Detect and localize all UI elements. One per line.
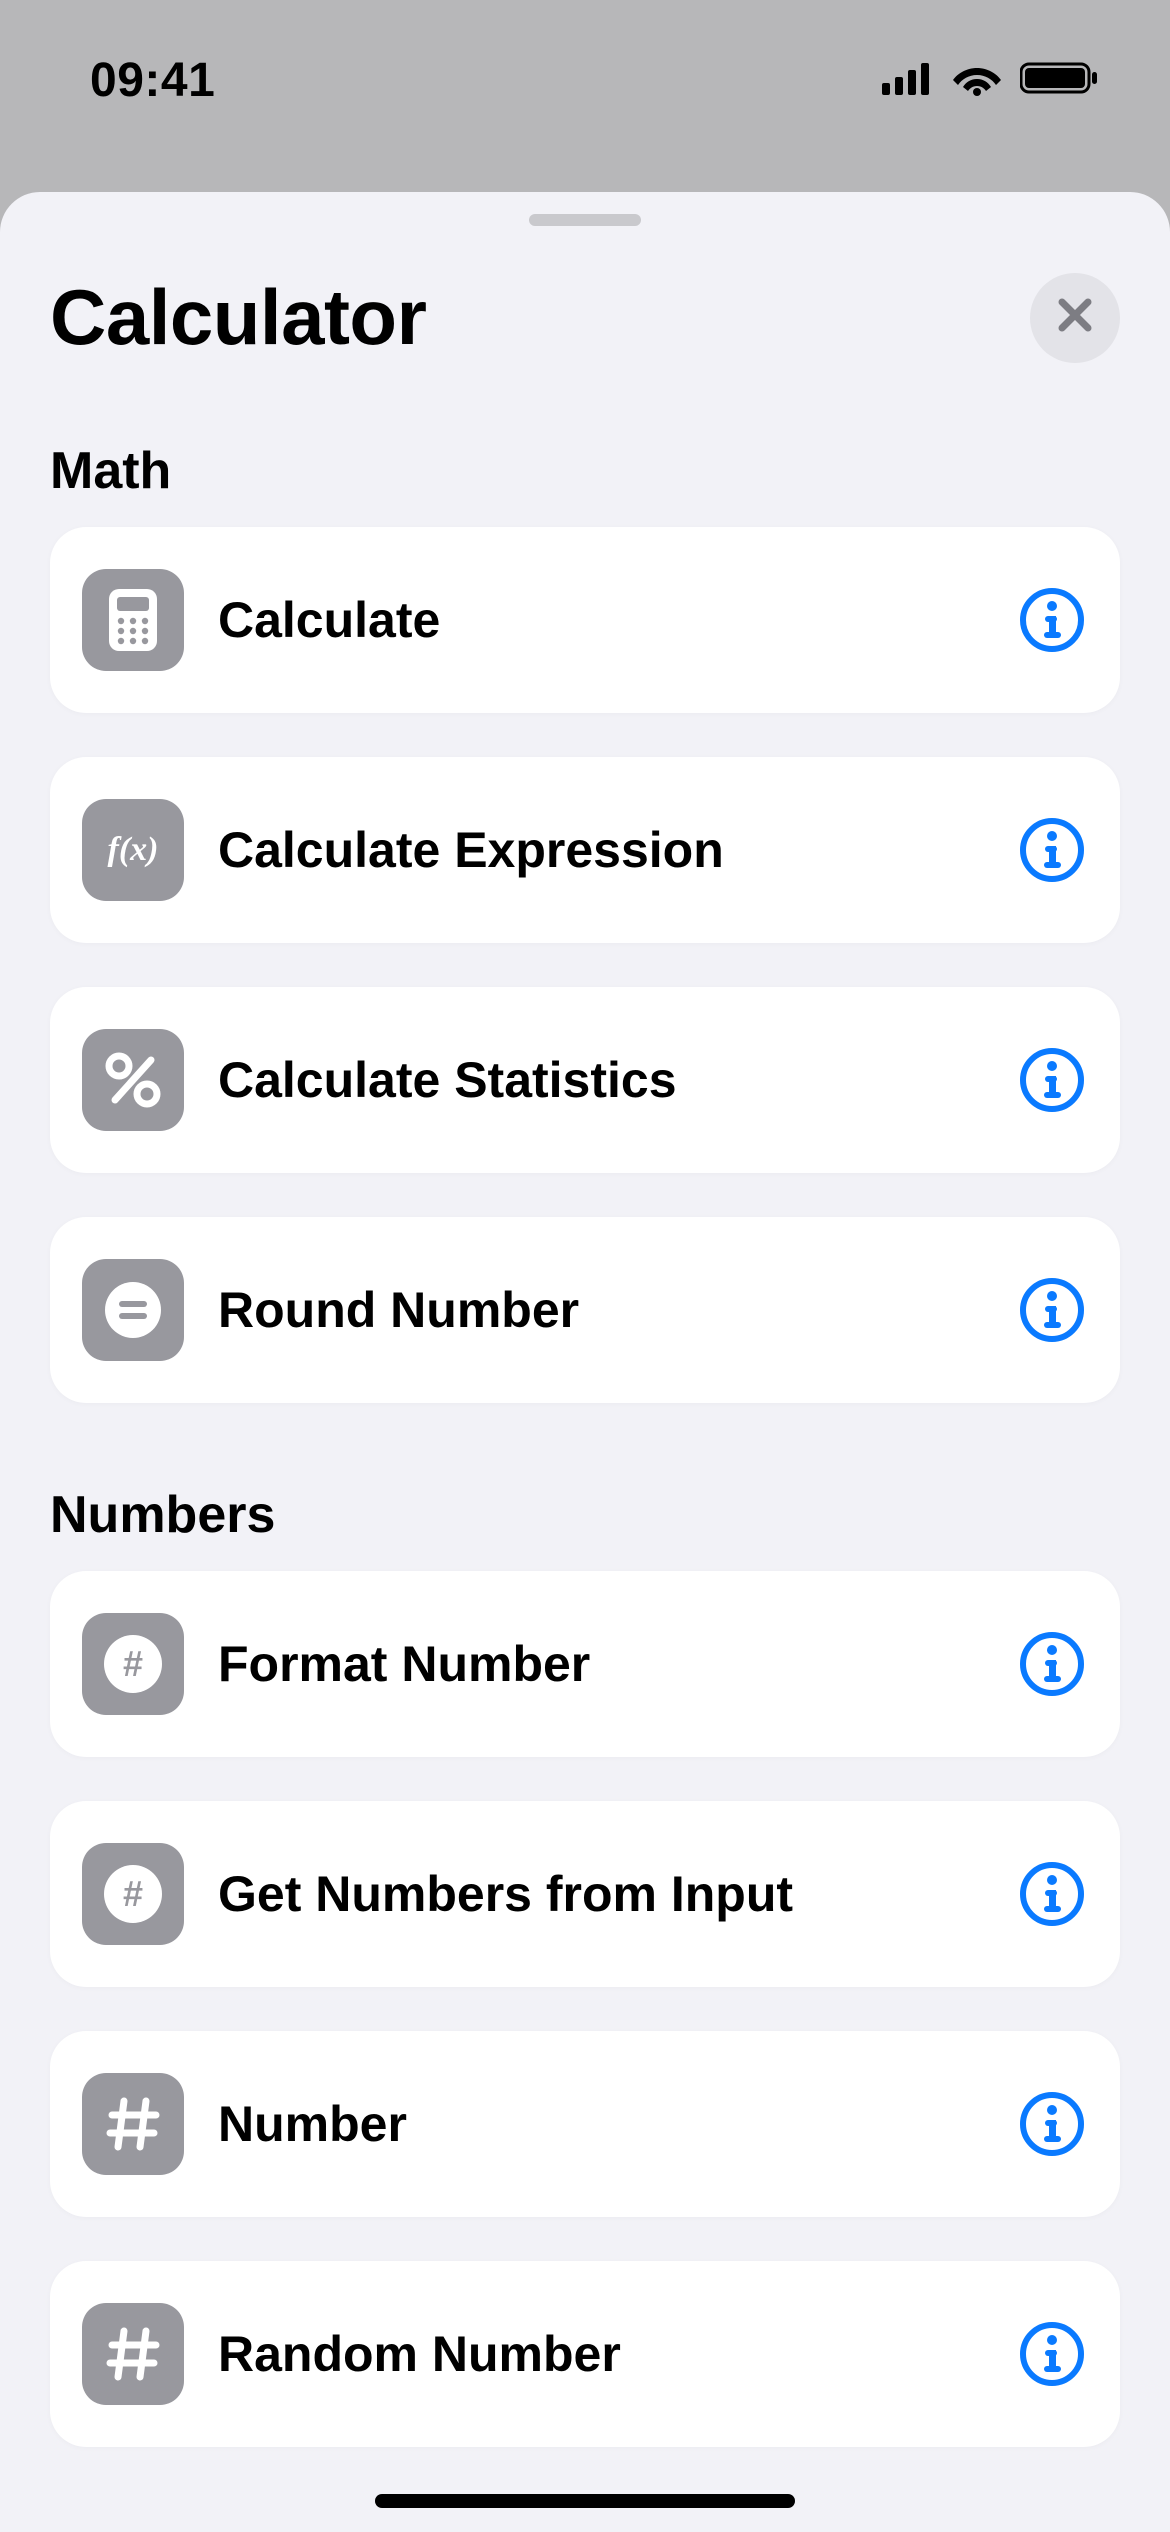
info-button[interactable] xyxy=(1020,1862,1084,1926)
cellular-icon xyxy=(882,61,934,100)
sheet-content: Math Calculate f(x) xyxy=(0,363,1170,2447)
action-label: Format Number xyxy=(218,1635,1020,1693)
action-label: Get Numbers from Input xyxy=(218,1865,1020,1923)
info-button[interactable] xyxy=(1020,818,1084,882)
battery-icon xyxy=(1020,60,1100,101)
action-calculate-statistics[interactable]: Calculate Statistics xyxy=(50,987,1120,1173)
status-icons xyxy=(882,50,1100,101)
equals-icon xyxy=(82,1259,184,1361)
action-label: Round Number xyxy=(218,1281,1020,1339)
action-calculate-expression[interactable]: f(x) Calculate Expression xyxy=(50,757,1120,943)
section-header-numbers: Numbers xyxy=(50,1447,1120,1571)
action-round-number[interactable]: Round Number xyxy=(50,1217,1120,1403)
home-indicator[interactable] xyxy=(375,2494,795,2508)
hash-icon xyxy=(82,2303,184,2405)
sheet: Calculator Math Calculate xyxy=(0,192,1170,2532)
action-random-number[interactable]: Random Number xyxy=(50,2261,1120,2447)
function-icon: f(x) xyxy=(82,799,184,901)
calculator-icon xyxy=(82,569,184,671)
info-icon xyxy=(1041,1060,1063,1100)
percent-icon xyxy=(82,1029,184,1131)
info-icon xyxy=(1041,2334,1063,2374)
page-title: Calculator xyxy=(50,272,426,363)
action-number[interactable]: Number xyxy=(50,2031,1120,2217)
wifi-icon xyxy=(952,60,1002,101)
sheet-grabber[interactable] xyxy=(529,214,641,226)
action-label: Calculate Expression xyxy=(218,821,1020,879)
close-icon xyxy=(1056,296,1094,339)
action-calculate[interactable]: Calculate xyxy=(50,527,1120,713)
status-bar: 09:41 xyxy=(0,0,1170,150)
info-icon xyxy=(1041,830,1063,870)
hash-icon xyxy=(82,2073,184,2175)
info-button[interactable] xyxy=(1020,1048,1084,1112)
info-icon xyxy=(1041,2104,1063,2144)
info-button[interactable] xyxy=(1020,1632,1084,1696)
status-time: 09:41 xyxy=(90,43,215,108)
action-label: Random Number xyxy=(218,2325,1020,2383)
info-button[interactable] xyxy=(1020,2322,1084,2386)
close-button[interactable] xyxy=(1030,273,1120,363)
info-icon xyxy=(1041,1644,1063,1684)
hash-circle-icon: # xyxy=(82,1843,184,1945)
section-header-math: Math xyxy=(50,403,1120,527)
info-icon xyxy=(1041,1874,1063,1914)
action-format-number[interactable]: # Format Number xyxy=(50,1571,1120,1757)
action-label: Calculate Statistics xyxy=(218,1051,1020,1109)
info-icon xyxy=(1041,1290,1063,1330)
action-label: Number xyxy=(218,2095,1020,2153)
info-button[interactable] xyxy=(1020,588,1084,652)
info-button[interactable] xyxy=(1020,2092,1084,2156)
hash-circle-icon: # xyxy=(82,1613,184,1715)
info-button[interactable] xyxy=(1020,1278,1084,1342)
action-label: Calculate xyxy=(218,591,1020,649)
action-get-numbers-from-input[interactable]: # Get Numbers from Input xyxy=(50,1801,1120,1987)
info-icon xyxy=(1041,600,1063,640)
